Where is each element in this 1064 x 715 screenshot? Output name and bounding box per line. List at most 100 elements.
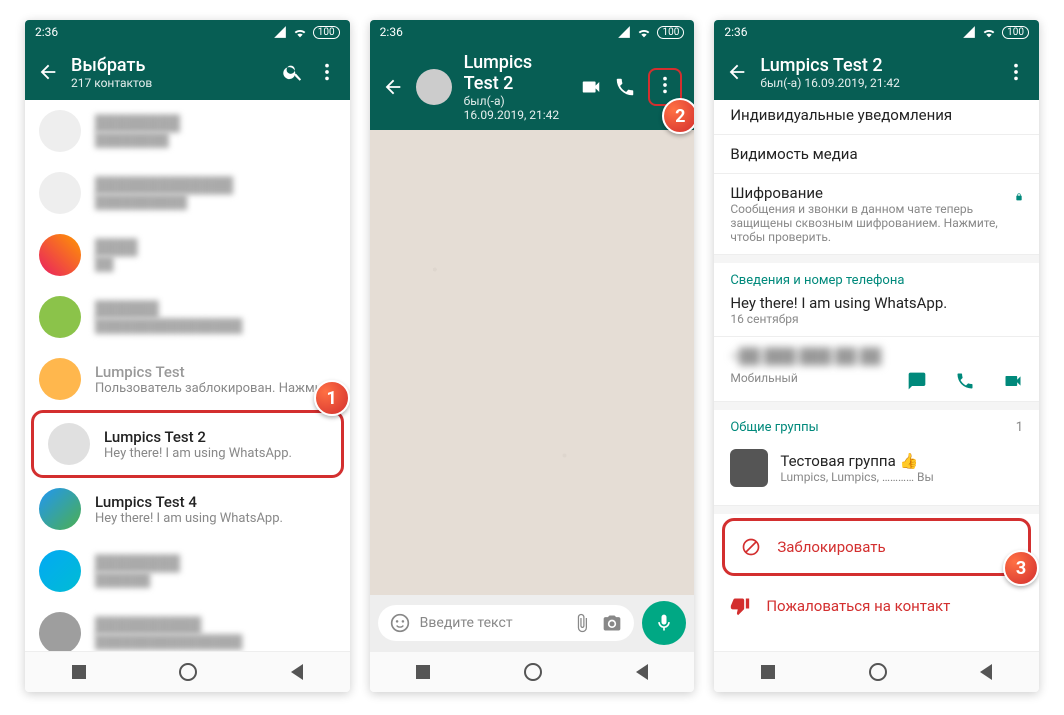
contact-row-blur[interactable]: ███████████████████████ [25, 162, 350, 224]
block-label: Заблокировать [777, 538, 885, 556]
block-icon [741, 537, 761, 557]
call-icon[interactable] [955, 371, 975, 391]
group-members: Lumpics, Lumpics, ………… Вы [780, 470, 934, 484]
contact-row-blur[interactable]: ████████████████ [25, 100, 350, 162]
enc-desc: Сообщения и звонки в данном чате теперь … [730, 202, 1005, 244]
status-bar: 2:36 100 [370, 20, 695, 44]
contact-row-lumpics-test-2[interactable]: Lumpics Test 2 Hey there! I am using Wha… [31, 410, 344, 478]
phone-section: +██ ███ ███ ██ ██ Мобильный [714, 337, 1039, 402]
signal-icon [273, 25, 287, 39]
contacts-list: ████████████████ ███████████████████████… [25, 100, 350, 651]
last-seen: был(-а) 16.09.2019, 21:42 [464, 94, 569, 122]
report-label: Пожаловаться на контакт [766, 597, 950, 615]
group-row[interactable]: Тестовая группа 👍 Lumpics, Lumpics, …………… [730, 441, 1023, 495]
group-avatar [730, 449, 768, 487]
android-nav [714, 651, 1039, 692]
status-time: 2:36 [724, 25, 747, 39]
nav-home[interactable] [524, 663, 542, 681]
phone-number: +██ ███ ███ ██ ██ [730, 347, 1023, 365]
nav-recent[interactable] [72, 665, 86, 679]
back-icon[interactable] [37, 61, 59, 83]
about-text: Hey there! I am using WhatsApp. [730, 294, 1023, 312]
nav-back[interactable] [636, 664, 648, 680]
contact-status: Пользователь заблокирован. Нажмите, ч... [95, 381, 336, 396]
step-badge-3: 3 [1003, 550, 1039, 586]
back-icon[interactable] [726, 61, 748, 83]
block-button[interactable]: Заблокировать [722, 518, 1031, 576]
voice-call-icon[interactable] [614, 76, 636, 98]
contact-status: Hey there! I am using WhatsApp. [104, 446, 327, 461]
encryption-info[interactable]: Шифрование Сообщения и звонки в данном ч… [714, 174, 1039, 255]
contact-row-blur[interactable]: ██████████████████████ [25, 286, 350, 348]
status-icons: 100 [273, 25, 340, 39]
chat-header: Lumpics Test 2 был(-а) 16.09.2019, 21:42 [370, 44, 695, 130]
android-nav [25, 651, 350, 692]
more-icon[interactable] [316, 61, 338, 83]
nav-home[interactable] [869, 663, 887, 681]
media-visibility[interactable]: Видимость медиа [714, 135, 1039, 174]
groups-label: Общие группы [730, 420, 818, 435]
mic-button[interactable] [642, 601, 686, 645]
video-icon[interactable] [1003, 371, 1023, 391]
message-input[interactable]: Введите текст [378, 605, 635, 641]
custom-notifications[interactable]: Индивидуальные уведомления [714, 100, 1039, 135]
contact-status: Hey there! I am using WhatsApp. [95, 511, 336, 526]
step-badge-1: 1 [314, 380, 350, 416]
enc-title: Шифрование [730, 184, 1005, 202]
status-bar: 2:36 100 [714, 20, 1039, 44]
nav-back[interactable] [980, 664, 992, 680]
nav-back[interactable] [291, 664, 303, 680]
battery-icon: 100 [657, 26, 684, 39]
contact-row-blur[interactable]: ██████████████ [25, 540, 350, 602]
step-badge-2: 2 [662, 98, 694, 134]
groups-count: 1 [1016, 420, 1023, 435]
attach-icon[interactable] [572, 613, 592, 633]
camera-icon[interactable] [602, 613, 622, 633]
phone-type: Мобильный [730, 371, 797, 385]
media-label: Видимость медиа [730, 145, 1023, 163]
chat-input-bar: Введите текст [370, 595, 695, 651]
about-date: 16 сентября [730, 312, 1023, 326]
nav-home[interactable] [179, 663, 197, 681]
page-title: Выбрать [71, 55, 270, 76]
contact-row-lumpics-test[interactable]: Lumpics Test Пользователь заблокирован. … [25, 348, 350, 410]
search-icon[interactable] [282, 61, 304, 83]
chat-title: Lumpics Test 2 [464, 52, 569, 94]
more-icon[interactable] [654, 74, 676, 96]
emoji-icon[interactable] [390, 613, 410, 633]
contact-info-section: Сведения и номер телефона Hey there! I a… [714, 263, 1039, 337]
message-icon[interactable] [907, 371, 927, 391]
report-button[interactable]: Пожаловаться на контакт [714, 580, 1039, 632]
contact-row-lumpics-test-4[interactable]: Lumpics Test 4 Hey there! I am using Wha… [25, 478, 350, 540]
chat-title-area[interactable]: Lumpics Test 2 был(-а) 16.09.2019, 21:42 [464, 52, 569, 122]
signal-icon [962, 25, 976, 39]
contact-row-blur[interactable]: ██████ [25, 224, 350, 286]
notif-label: Индивидуальные уведомления [730, 106, 1023, 124]
avatar[interactable] [416, 69, 452, 105]
phone-3: 2:36 100 Lumpics Test 2 был(-а) 16.09.20… [714, 20, 1039, 692]
thumbs-down-icon [730, 596, 750, 616]
profile-header: Lumpics Test 2 был(-а) 16.09.2019, 21:42 [714, 44, 1039, 100]
wifi-icon [981, 26, 997, 38]
back-icon[interactable] [382, 76, 404, 98]
nav-recent[interactable] [761, 665, 775, 679]
group-name: Тестовая группа 👍 [780, 452, 934, 470]
input-placeholder: Введите текст [420, 615, 513, 631]
status-time: 2:36 [380, 25, 403, 39]
info-label: Сведения и номер телефона [730, 273, 1023, 288]
android-nav [370, 651, 695, 692]
contact-name: Lumpics Test [95, 363, 336, 381]
groups-section: Общие группы 1 Тестовая группа 👍 Lumpics… [714, 410, 1039, 506]
lock-icon [1015, 188, 1023, 206]
contact-count: 217 контактов [71, 76, 270, 90]
contact-row-blur[interactable]: ██████████████████████████ [25, 602, 350, 651]
wifi-icon [636, 26, 652, 38]
more-icon[interactable] [1005, 61, 1027, 83]
status-icons: 100 [962, 25, 1029, 39]
status-icons: 100 [617, 25, 684, 39]
battery-icon: 100 [1002, 26, 1029, 39]
video-call-icon[interactable] [580, 76, 602, 98]
profile-body: Индивидуальные уведомления Видимость мед… [714, 100, 1039, 651]
nav-recent[interactable] [416, 665, 430, 679]
phone-1: 2:36 100 Выбрать 217 контактов █████████… [25, 20, 350, 692]
